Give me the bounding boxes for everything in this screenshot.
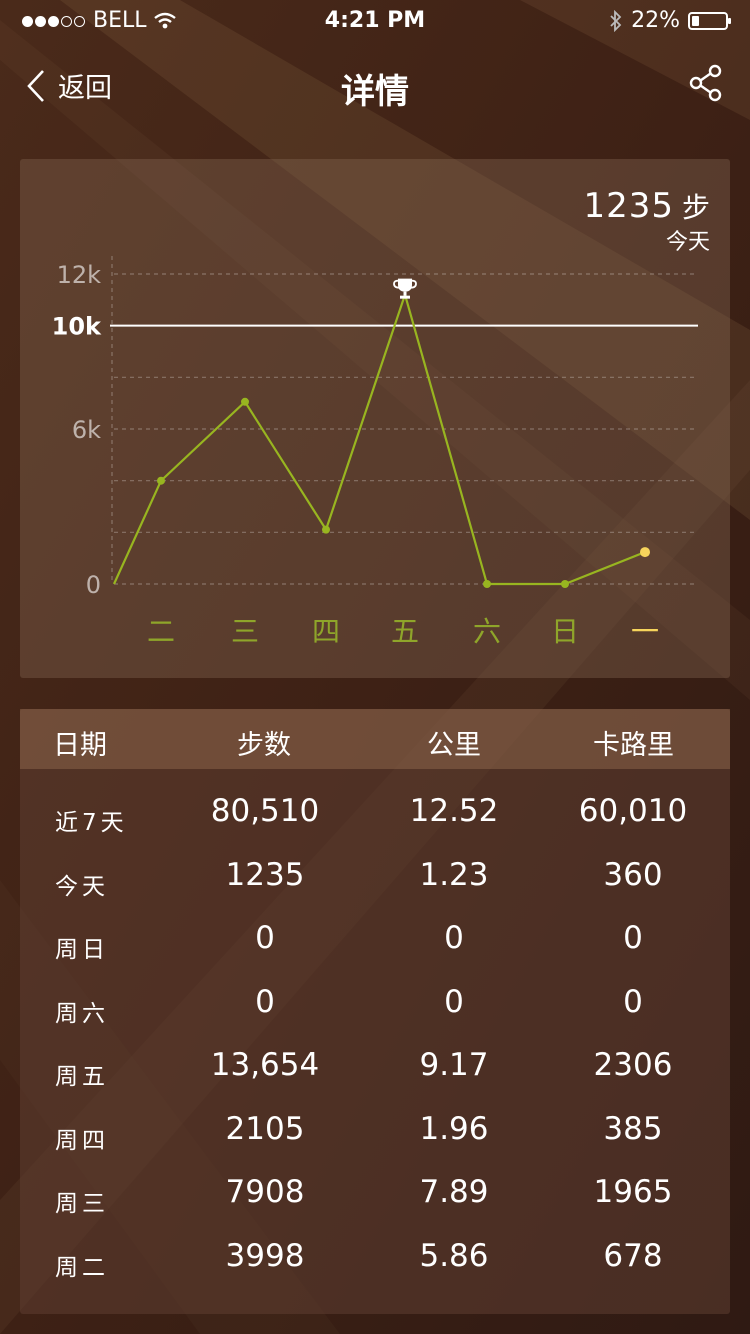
steps-series-line [112, 290, 646, 586]
row-calories-value: 385 [603, 1110, 663, 1147]
y-tick-label: 6k [72, 416, 101, 444]
row-calories-value: 2306 [593, 1047, 673, 1083]
header-date: 日期 [53, 730, 107, 761]
x-tick-label: 二 [147, 615, 175, 648]
data-point [483, 580, 491, 588]
table-header: 日期 步数 公里 卡路里 [20, 709, 730, 769]
row-date-label: 周日 [55, 937, 109, 963]
x-tick-label: 六 [473, 615, 501, 648]
row-steps-value: 7908 [225, 1174, 305, 1210]
today-steps-count: 1235 [583, 186, 674, 226]
data-point [322, 525, 330, 534]
row-steps-value: 13,654 [210, 1047, 320, 1083]
row-km-value: 0 [444, 920, 464, 956]
x-tick-label: 五 [391, 615, 419, 648]
y-tick-label: 10k [52, 313, 102, 341]
row-steps-value: 80,510 [210, 793, 320, 829]
row-calories-value: 0 [623, 983, 643, 1020]
today-steps-summary: 1235 步 今天 [583, 186, 710, 256]
table-row: 周日 0 0 0 [20, 910, 730, 974]
y-tick-label: 0 [86, 571, 101, 599]
data-point [640, 547, 650, 558]
steps-line-chart: 12k 10k 6k 0 二 三 四 五 六 日 一 [52, 256, 698, 648]
header-steps: 步数 [237, 730, 291, 761]
row-km-value: 0 [444, 983, 464, 1020]
table-row: 今天 1235 1.23 360 [20, 847, 730, 911]
y-tick-label: 12k [57, 261, 102, 289]
row-date-label: 周三 [55, 1191, 109, 1217]
row-km-value: 7.89 [419, 1174, 489, 1210]
row-calories-value: 360 [603, 856, 663, 893]
row-date-label: 周五 [55, 1064, 109, 1090]
row-steps-value: 0 [255, 983, 275, 1020]
row-km-value: 5.86 [419, 1237, 489, 1274]
trophy-icon [393, 278, 417, 299]
row-date-label: 近7天 [55, 810, 128, 836]
row-calories-value: 678 [603, 1237, 663, 1274]
data-point [157, 476, 165, 485]
header-calories: 卡路里 [593, 730, 674, 761]
data-point [561, 580, 569, 588]
today-steps-unit: 步 [681, 191, 710, 224]
data-point [241, 397, 249, 406]
row-date-label: 周四 [55, 1127, 109, 1154]
x-tick-label: 四 [312, 615, 340, 648]
table-row: 周四 2105 1.96 385 [20, 1101, 730, 1165]
header-km: 公里 [427, 730, 481, 761]
row-km-value: 12.52 [409, 793, 499, 829]
row-steps-value: 3998 [225, 1237, 305, 1274]
table-row: 周五 13,654 9.17 2306 [20, 1037, 730, 1101]
table-row: 周三 7908 7.89 1965 [20, 1164, 730, 1228]
row-calories-value: 0 [623, 920, 643, 956]
row-date-label: 周六 [55, 1000, 109, 1027]
row-steps-value: 0 [255, 920, 275, 956]
row-date-label: 今天 [55, 873, 109, 900]
row-km-value: 9.17 [419, 1047, 489, 1083]
x-tick-label: 三 [231, 615, 259, 648]
row-calories-value: 60,010 [578, 793, 688, 829]
row-steps-value: 2105 [225, 1110, 305, 1147]
today-label: 今天 [665, 230, 710, 255]
x-tick-label: 一 [631, 615, 659, 648]
table-row: 近7天 80,510 12.52 60,010 [20, 783, 730, 847]
x-tick-label: 日 [551, 615, 579, 648]
row-date-label: 周二 [55, 1254, 109, 1281]
row-km-value: 1.96 [419, 1110, 489, 1147]
row-km-value: 1.23 [419, 856, 489, 893]
table-row: 周六 0 0 0 [20, 974, 730, 1038]
table-row: 周二 3998 5.86 678 [20, 1228, 730, 1292]
stats-table: 日期 步数 公里 卡路里 近7天 80,510 12.52 60,010 今天 1235 1… [20, 709, 730, 1314]
row-calories-value: 1965 [593, 1174, 673, 1210]
row-steps-value: 1235 [225, 856, 305, 893]
